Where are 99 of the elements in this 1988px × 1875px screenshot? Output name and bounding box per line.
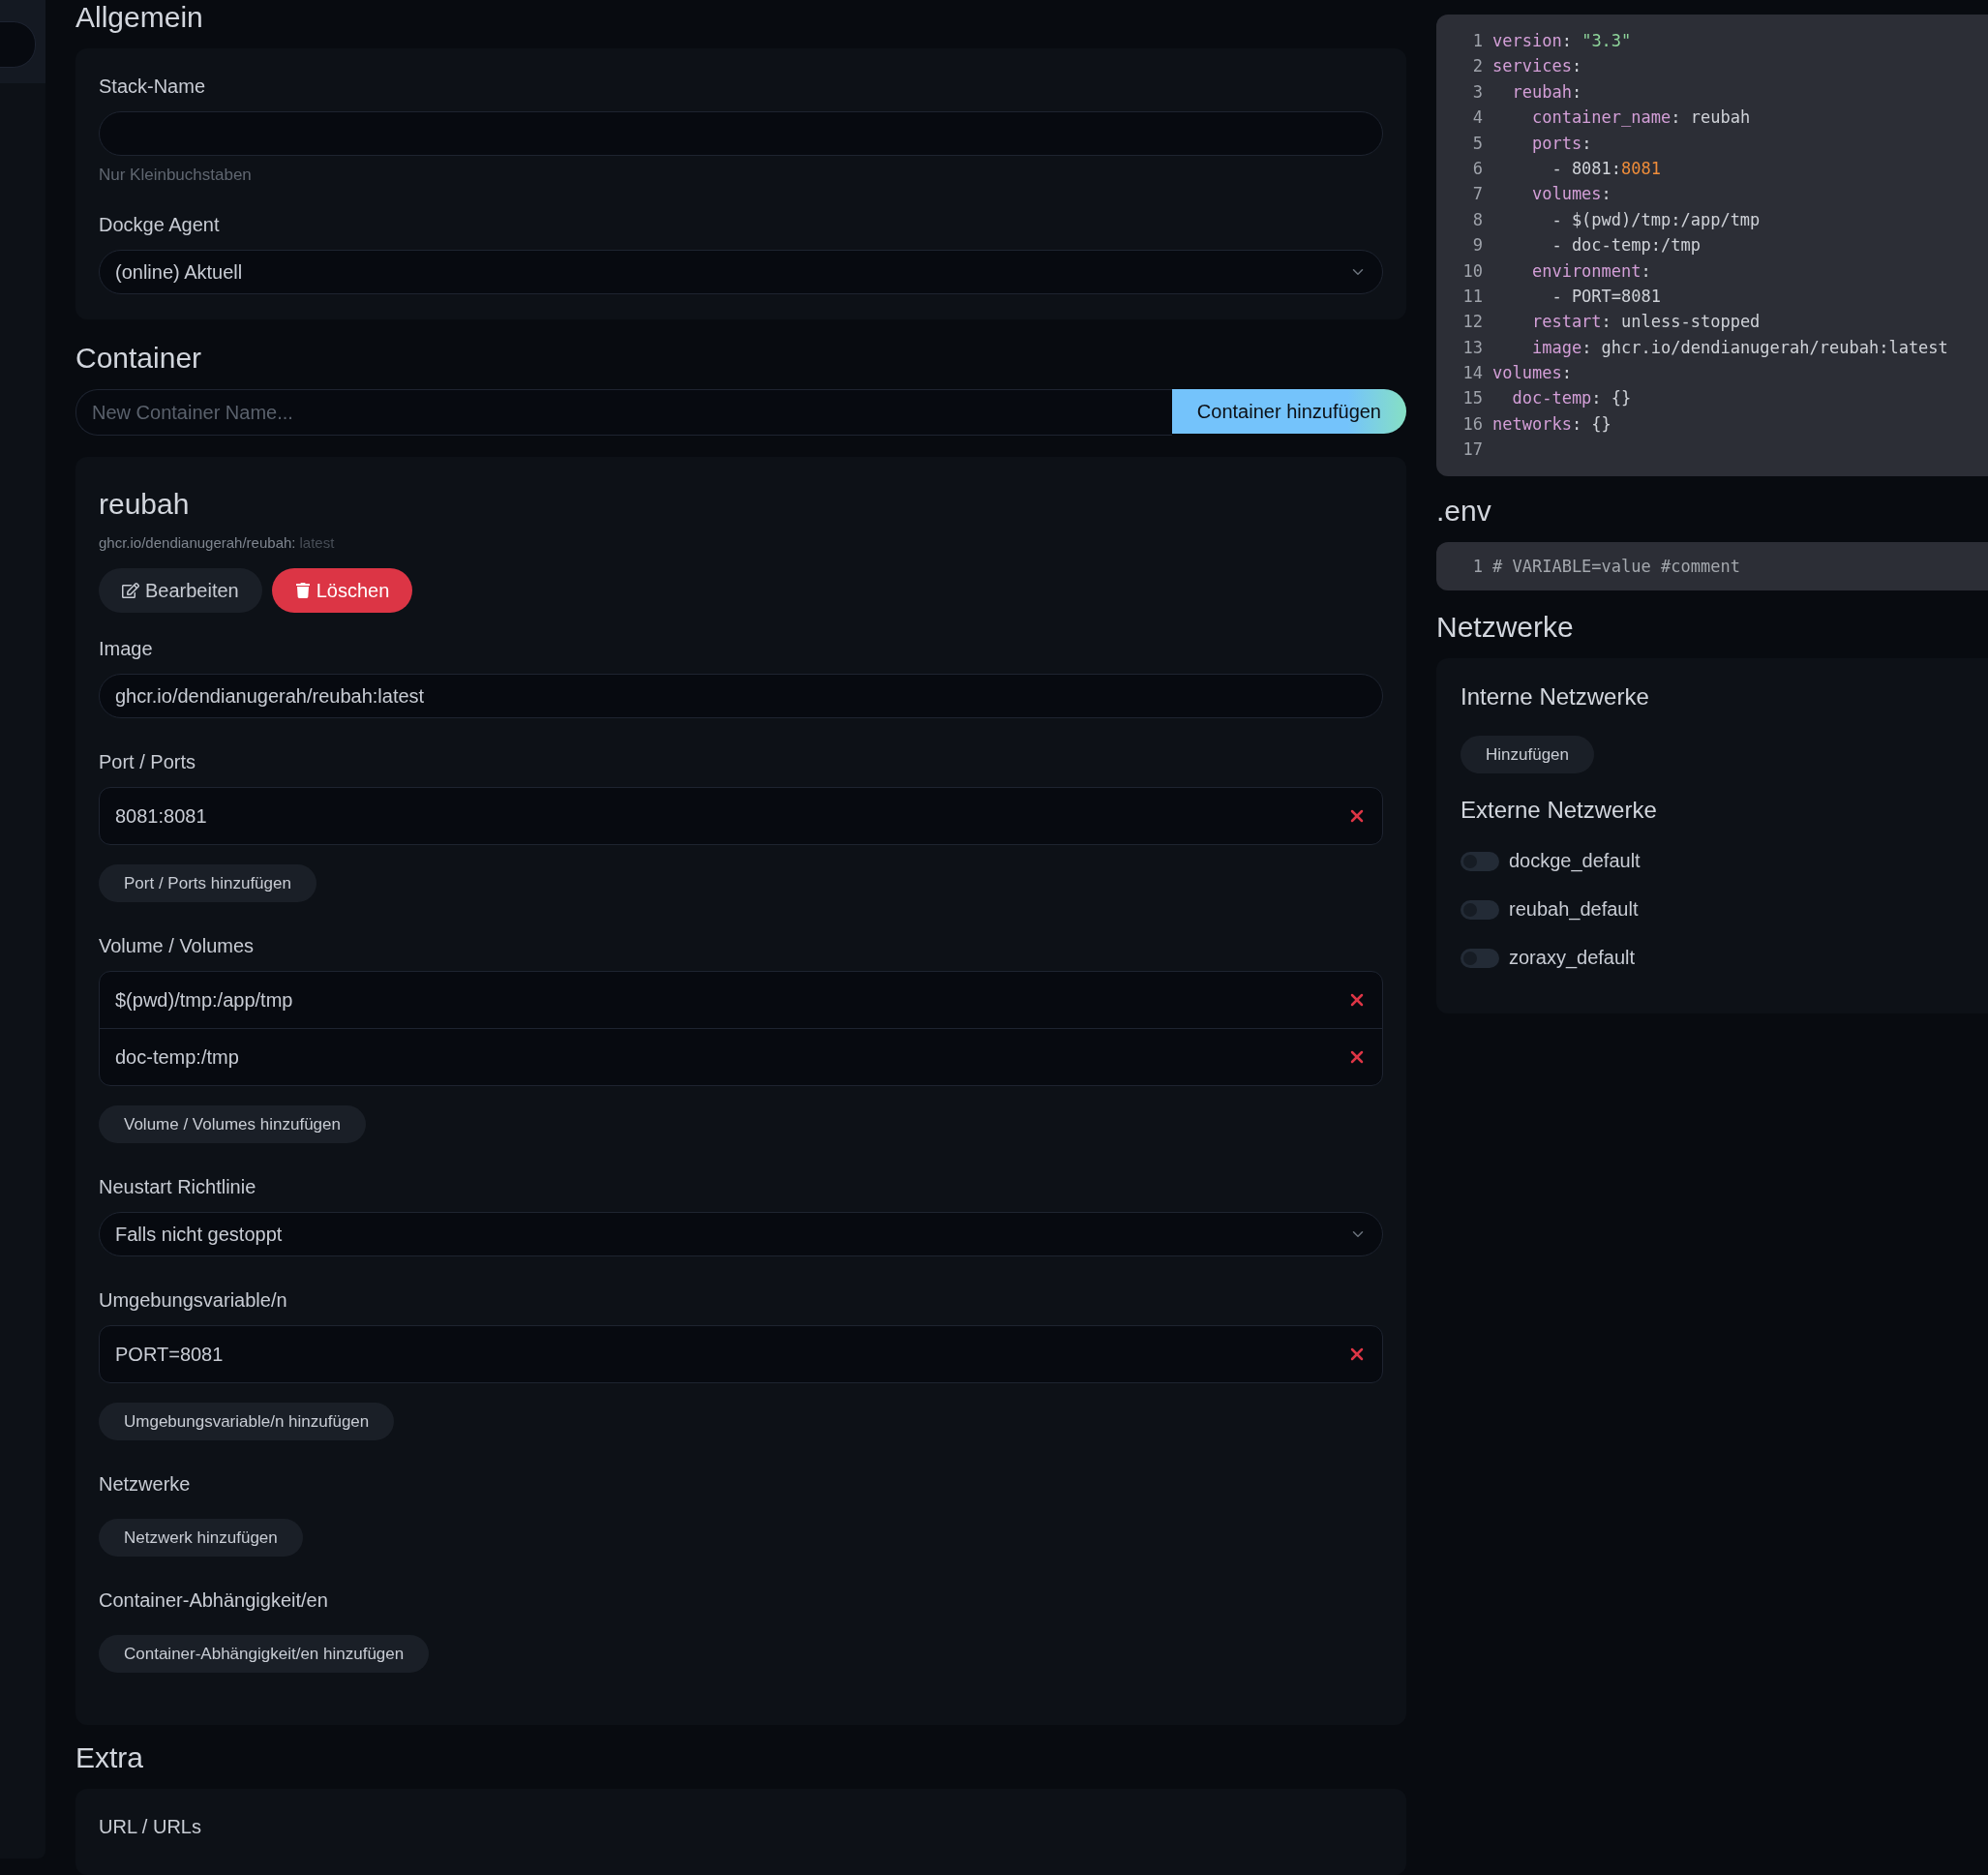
line-number: 2 xyxy=(1471,55,1484,78)
section-heading: Netzwerke xyxy=(1436,610,1575,646)
line-number: 5 xyxy=(1471,132,1484,155)
field-label: Volume / Volumes xyxy=(99,935,256,957)
line-number: 1 xyxy=(1471,30,1484,52)
field-label: Container-Abhängigkeit/en xyxy=(99,1589,329,1612)
line-number: 8 xyxy=(1471,208,1484,231)
network-name: dockge_default xyxy=(1509,850,1641,873)
line-number: 3 xyxy=(1471,80,1484,104)
code-text: ports xyxy=(1530,132,1582,155)
code-text: : ghcr.io/dendianugerah/reubah:latest xyxy=(1581,336,1948,359)
code-text: - PORT=8081 xyxy=(1551,285,1661,308)
toggle-switch[interactable] xyxy=(1461,948,1499,968)
code-text: - $(pwd)/tmp:/app/tmp xyxy=(1551,208,1761,231)
code-text: - 8081: xyxy=(1551,157,1622,180)
entry-text[interactable]: 8081:8081 xyxy=(115,804,207,828)
line-number: 4 xyxy=(1471,106,1484,130)
section-heading: Extra xyxy=(75,1740,145,1775)
code-text: - doc-temp:/tmp xyxy=(1551,234,1701,257)
code-text: volumes xyxy=(1530,183,1602,206)
code-text: container_name xyxy=(1530,106,1672,130)
field-label: URL / URLs xyxy=(99,1816,202,1838)
code-text: : unless-stopped xyxy=(1601,311,1761,334)
add-entry-button[interactable]: Netzwerk hinzufügen xyxy=(99,1519,303,1557)
entry-text[interactable]: doc-temp:/tmp xyxy=(115,1045,239,1069)
add-entry-button[interactable]: Port / Ports hinzufügen xyxy=(99,864,316,902)
code-text: : {} xyxy=(1571,412,1611,436)
code-text: environment xyxy=(1530,259,1642,283)
field-label: Neustart Richtlinie xyxy=(99,1176,257,1198)
trash-icon xyxy=(294,583,311,598)
code-text: : xyxy=(1571,80,1582,104)
code-text: reubah xyxy=(1511,80,1572,104)
add-container-button[interactable]: Container hinzufügen xyxy=(1171,389,1406,434)
subsection-heading: Interne Netzwerke xyxy=(1461,683,1650,711)
section-heading: Container xyxy=(75,341,203,376)
network-name: zoraxy_default xyxy=(1509,947,1636,970)
container-name: reubah xyxy=(99,488,191,521)
toggle-switch[interactable] xyxy=(1461,851,1499,871)
line-number: 15 xyxy=(1461,387,1484,410)
agent-select[interactable]: (online) Aktuell xyxy=(99,250,1383,294)
select-field[interactable]: Falls nicht gestoppt xyxy=(99,1212,1383,1256)
code-text: : xyxy=(1581,132,1592,155)
field-label: Stack-Name xyxy=(99,76,207,98)
code-text: restart xyxy=(1530,311,1602,334)
code-text: : xyxy=(1641,259,1651,283)
toggle-switch[interactable] xyxy=(1461,899,1499,920)
image-tag: latest xyxy=(299,534,335,551)
code-text: services xyxy=(1492,55,1572,78)
field-label: Umgebungsvariable/n xyxy=(99,1289,288,1312)
line-number: 14 xyxy=(1461,362,1484,385)
code-text: networks xyxy=(1492,412,1572,436)
field-label: Port / Ports xyxy=(99,751,197,773)
code-text: # VARIABLE=value #comment xyxy=(1492,555,1740,578)
code-text: volumes xyxy=(1492,362,1562,385)
add-entry-button[interactable]: Umgebungsvariable/n hinzufügen xyxy=(99,1403,395,1440)
code-text: : {} xyxy=(1591,387,1632,410)
field-label: Image xyxy=(99,638,154,660)
section-heading: .env xyxy=(1436,493,1492,529)
code-text: : xyxy=(1571,55,1582,78)
line-number: 16 xyxy=(1461,412,1484,436)
field-label: Dockge Agent xyxy=(99,214,221,236)
edit-button[interactable]: Bearbeiten xyxy=(99,568,262,613)
add-network-button[interactable]: Hinzufügen xyxy=(1461,736,1594,774)
field-label: Netzwerke xyxy=(99,1473,192,1496)
code-text: doc-temp xyxy=(1511,387,1592,410)
add-entry-button[interactable]: Container-Abhängigkeit/en hinzufügen xyxy=(99,1635,430,1673)
image-name: ghcr.io/dendianugerah/reubah: xyxy=(99,534,296,551)
add-entry-button[interactable]: Volume / Volumes hinzufügen xyxy=(99,1105,366,1143)
line-number: 17 xyxy=(1461,439,1484,462)
code-text: : xyxy=(1561,362,1572,385)
line-number: 7 xyxy=(1471,183,1484,206)
line-number: 9 xyxy=(1471,234,1484,257)
line-number: 1 xyxy=(1471,555,1484,578)
code-text: "3.3" xyxy=(1581,30,1632,52)
code-text: version xyxy=(1492,30,1562,52)
line-number: 11 xyxy=(1461,285,1484,308)
field-hint: Nur Kleinbuchstaben xyxy=(99,166,253,185)
sidebar-field[interactable] xyxy=(0,21,36,68)
code-editor[interactable] xyxy=(1436,15,1988,476)
network-name: reubah_default xyxy=(1509,898,1639,922)
line-number: 6 xyxy=(1471,157,1484,180)
section-heading: Allgemein xyxy=(75,0,204,35)
text-field[interactable]: ghcr.io/dendianugerah/reubah:latest xyxy=(99,674,1383,718)
edit-icon xyxy=(122,582,139,599)
code-text: : xyxy=(1601,183,1611,206)
entry-text[interactable]: $(pwd)/tmp:/app/tmp xyxy=(115,988,293,1012)
container-name-input[interactable]: New Container Name... xyxy=(75,389,1172,436)
subsection-heading: Externe Netzwerke xyxy=(1461,797,1658,825)
code-text: image xyxy=(1530,336,1582,359)
delete-button[interactable]: Löschen xyxy=(271,568,413,613)
code-text: : xyxy=(1561,30,1573,52)
line-number: 10 xyxy=(1461,259,1484,283)
env-editor[interactable]: 1 # VARIABLE=value #comment xyxy=(1436,541,1988,591)
entry-text[interactable]: PORT=8081 xyxy=(115,1343,224,1366)
code-text: : reubah xyxy=(1671,106,1751,130)
stack-name-field[interactable] xyxy=(99,111,1383,156)
line-number: 12 xyxy=(1461,311,1484,334)
code-text: 8081 xyxy=(1621,157,1661,180)
line-number: 13 xyxy=(1461,336,1484,359)
